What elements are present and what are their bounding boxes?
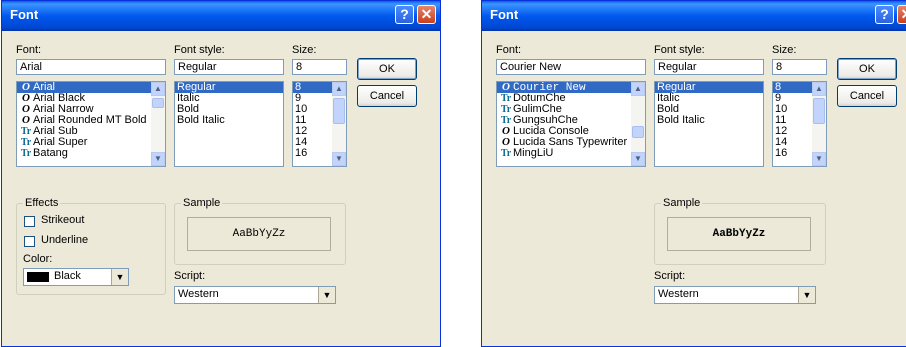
size-list[interactable]: 8 9 10 11 12 14 16 ▲ ▼: [292, 81, 347, 167]
size-list[interactable]: 8 9 10 11 12 14 16 ▲ ▼: [772, 81, 827, 167]
style-list-item[interactable]: Bold Italic: [175, 115, 283, 126]
font-list-scrollbar[interactable]: ▲ ▼: [631, 82, 645, 166]
scroll-down-icon[interactable]: ▼: [812, 152, 826, 166]
sample-label: Sample: [661, 197, 703, 209]
truetype-icon: Tr: [500, 104, 512, 115]
size-list-scrollbar[interactable]: ▲ ▼: [332, 82, 346, 166]
sample-preview: AaBbYyZz: [187, 217, 331, 251]
opentype-icon: O: [22, 114, 30, 126]
close-button[interactable]: ✕: [417, 5, 436, 24]
font-style-list[interactable]: Regular Italic Bold Bold Italic: [174, 81, 284, 167]
font-list[interactable]: O Arial O Arial Black O Arial Narrow O Arial…: [16, 81, 166, 167]
chevron-down-icon[interactable]: ▼: [798, 287, 815, 303]
cancel-button[interactable]: Cancel: [837, 85, 897, 107]
truetype-icon: Tr: [500, 148, 512, 159]
font-style-label: Font style:: [654, 44, 705, 56]
scroll-thumb[interactable]: [632, 126, 644, 138]
font-list-scrollbar[interactable]: ▲ ▼: [151, 82, 165, 166]
ok-button[interactable]: OK: [357, 58, 417, 80]
sample-label: Sample: [181, 197, 223, 209]
font-label: Font:: [496, 44, 522, 56]
script-label: Script:: [654, 270, 686, 282]
chevron-down-icon[interactable]: ▼: [111, 269, 128, 285]
cancel-button[interactable]: Cancel: [357, 85, 417, 107]
font-name-input[interactable]: Courier New: [496, 59, 646, 75]
scroll-thumb[interactable]: [333, 98, 345, 124]
font-style-list[interactable]: Regular Italic Bold Bold Italic: [654, 81, 764, 167]
sample-preview: AaBbYyZz: [667, 217, 811, 251]
font-style-input[interactable]: Regular: [654, 59, 764, 75]
font-dialog-right: Font ? ✕ Font: Courier New OCourier New …: [481, 0, 906, 347]
dialog-title: Font: [10, 7, 39, 22]
title-bar[interactable]: Font ? ✕: [482, 1, 906, 31]
scroll-up-icon[interactable]: ▲: [631, 82, 645, 96]
truetype-icon: Tr: [500, 93, 512, 104]
opentype-icon: O: [502, 136, 510, 148]
script-select[interactable]: Western ▼: [174, 286, 336, 304]
scroll-up-icon[interactable]: ▲: [332, 82, 346, 96]
sample-group: Sample AaBbYyZz: [654, 197, 826, 265]
font-name-input[interactable]: Arial: [16, 59, 166, 75]
size-input[interactable]: 8: [292, 59, 347, 75]
sample-group: Sample AaBbYyZz: [174, 197, 346, 265]
font-list-items: O Arial O Arial Black O Arial Narrow O Arial…: [17, 82, 165, 159]
color-swatch: [27, 272, 49, 282]
underline-label: Underline: [41, 234, 89, 246]
scroll-thumb[interactable]: [152, 98, 164, 108]
strikeout-checkbox[interactable]: [24, 216, 35, 227]
script-value: Western: [178, 288, 219, 300]
color-label: Color:: [23, 253, 53, 265]
font-style-label: Font style:: [174, 44, 225, 56]
font-dialog-left: Font ? ✕ Font: Arial O Arial O Arial Black…: [1, 0, 441, 347]
close-button[interactable]: ✕: [897, 5, 906, 24]
truetype-icon: Tr: [20, 126, 32, 137]
size-list-scrollbar[interactable]: ▲ ▼: [812, 82, 826, 166]
style-list-item[interactable]: Bold Italic: [655, 115, 763, 126]
scroll-thumb[interactable]: [813, 98, 825, 124]
size-label: Size:: [772, 44, 797, 56]
underline-checkbox[interactable]: [24, 236, 35, 247]
truetype-icon: Tr: [20, 148, 32, 159]
effects-group: Effects Strikeout Underline Color: Black…: [16, 197, 166, 295]
scroll-down-icon[interactable]: ▼: [631, 152, 645, 166]
font-list-items: O Courier New Tr DotumChe Tr GulimChe Tr Gun…: [497, 82, 645, 159]
size-label: Size:: [292, 44, 317, 56]
chevron-down-icon[interactable]: ▼: [318, 287, 335, 303]
script-select[interactable]: Western ▼: [654, 286, 816, 304]
font-label: Font:: [16, 44, 42, 56]
color-select[interactable]: Black ▼: [23, 268, 129, 286]
help-button[interactable]: ?: [875, 5, 894, 24]
size-input[interactable]: 8: [772, 59, 827, 75]
title-bar[interactable]: Font ? ✕: [2, 1, 440, 31]
effects-label: Effects: [23, 197, 61, 209]
truetype-icon: Tr: [20, 137, 32, 148]
font-list[interactable]: O Courier New Tr DotumChe Tr GulimChe Tr Gun…: [496, 81, 646, 167]
scroll-up-icon[interactable]: ▲: [812, 82, 826, 96]
color-value: Black: [54, 270, 81, 282]
help-button[interactable]: ?: [395, 5, 414, 24]
scroll-down-icon[interactable]: ▼: [151, 152, 165, 166]
font-style-input[interactable]: Regular: [174, 59, 284, 75]
script-label: Script:: [174, 270, 206, 282]
ok-button[interactable]: OK: [837, 58, 897, 80]
script-value: Western: [658, 288, 699, 300]
opentype-icon: O: [502, 81, 510, 93]
font-list-item[interactable]: Tr MingLiU: [497, 148, 645, 160]
scroll-up-icon[interactable]: ▲: [151, 82, 165, 96]
scroll-down-icon[interactable]: ▼: [332, 152, 346, 166]
strikeout-label: Strikeout: [41, 214, 85, 226]
font-list-item[interactable]: Tr Batang: [17, 148, 165, 160]
dialog-title: Font: [490, 7, 519, 22]
